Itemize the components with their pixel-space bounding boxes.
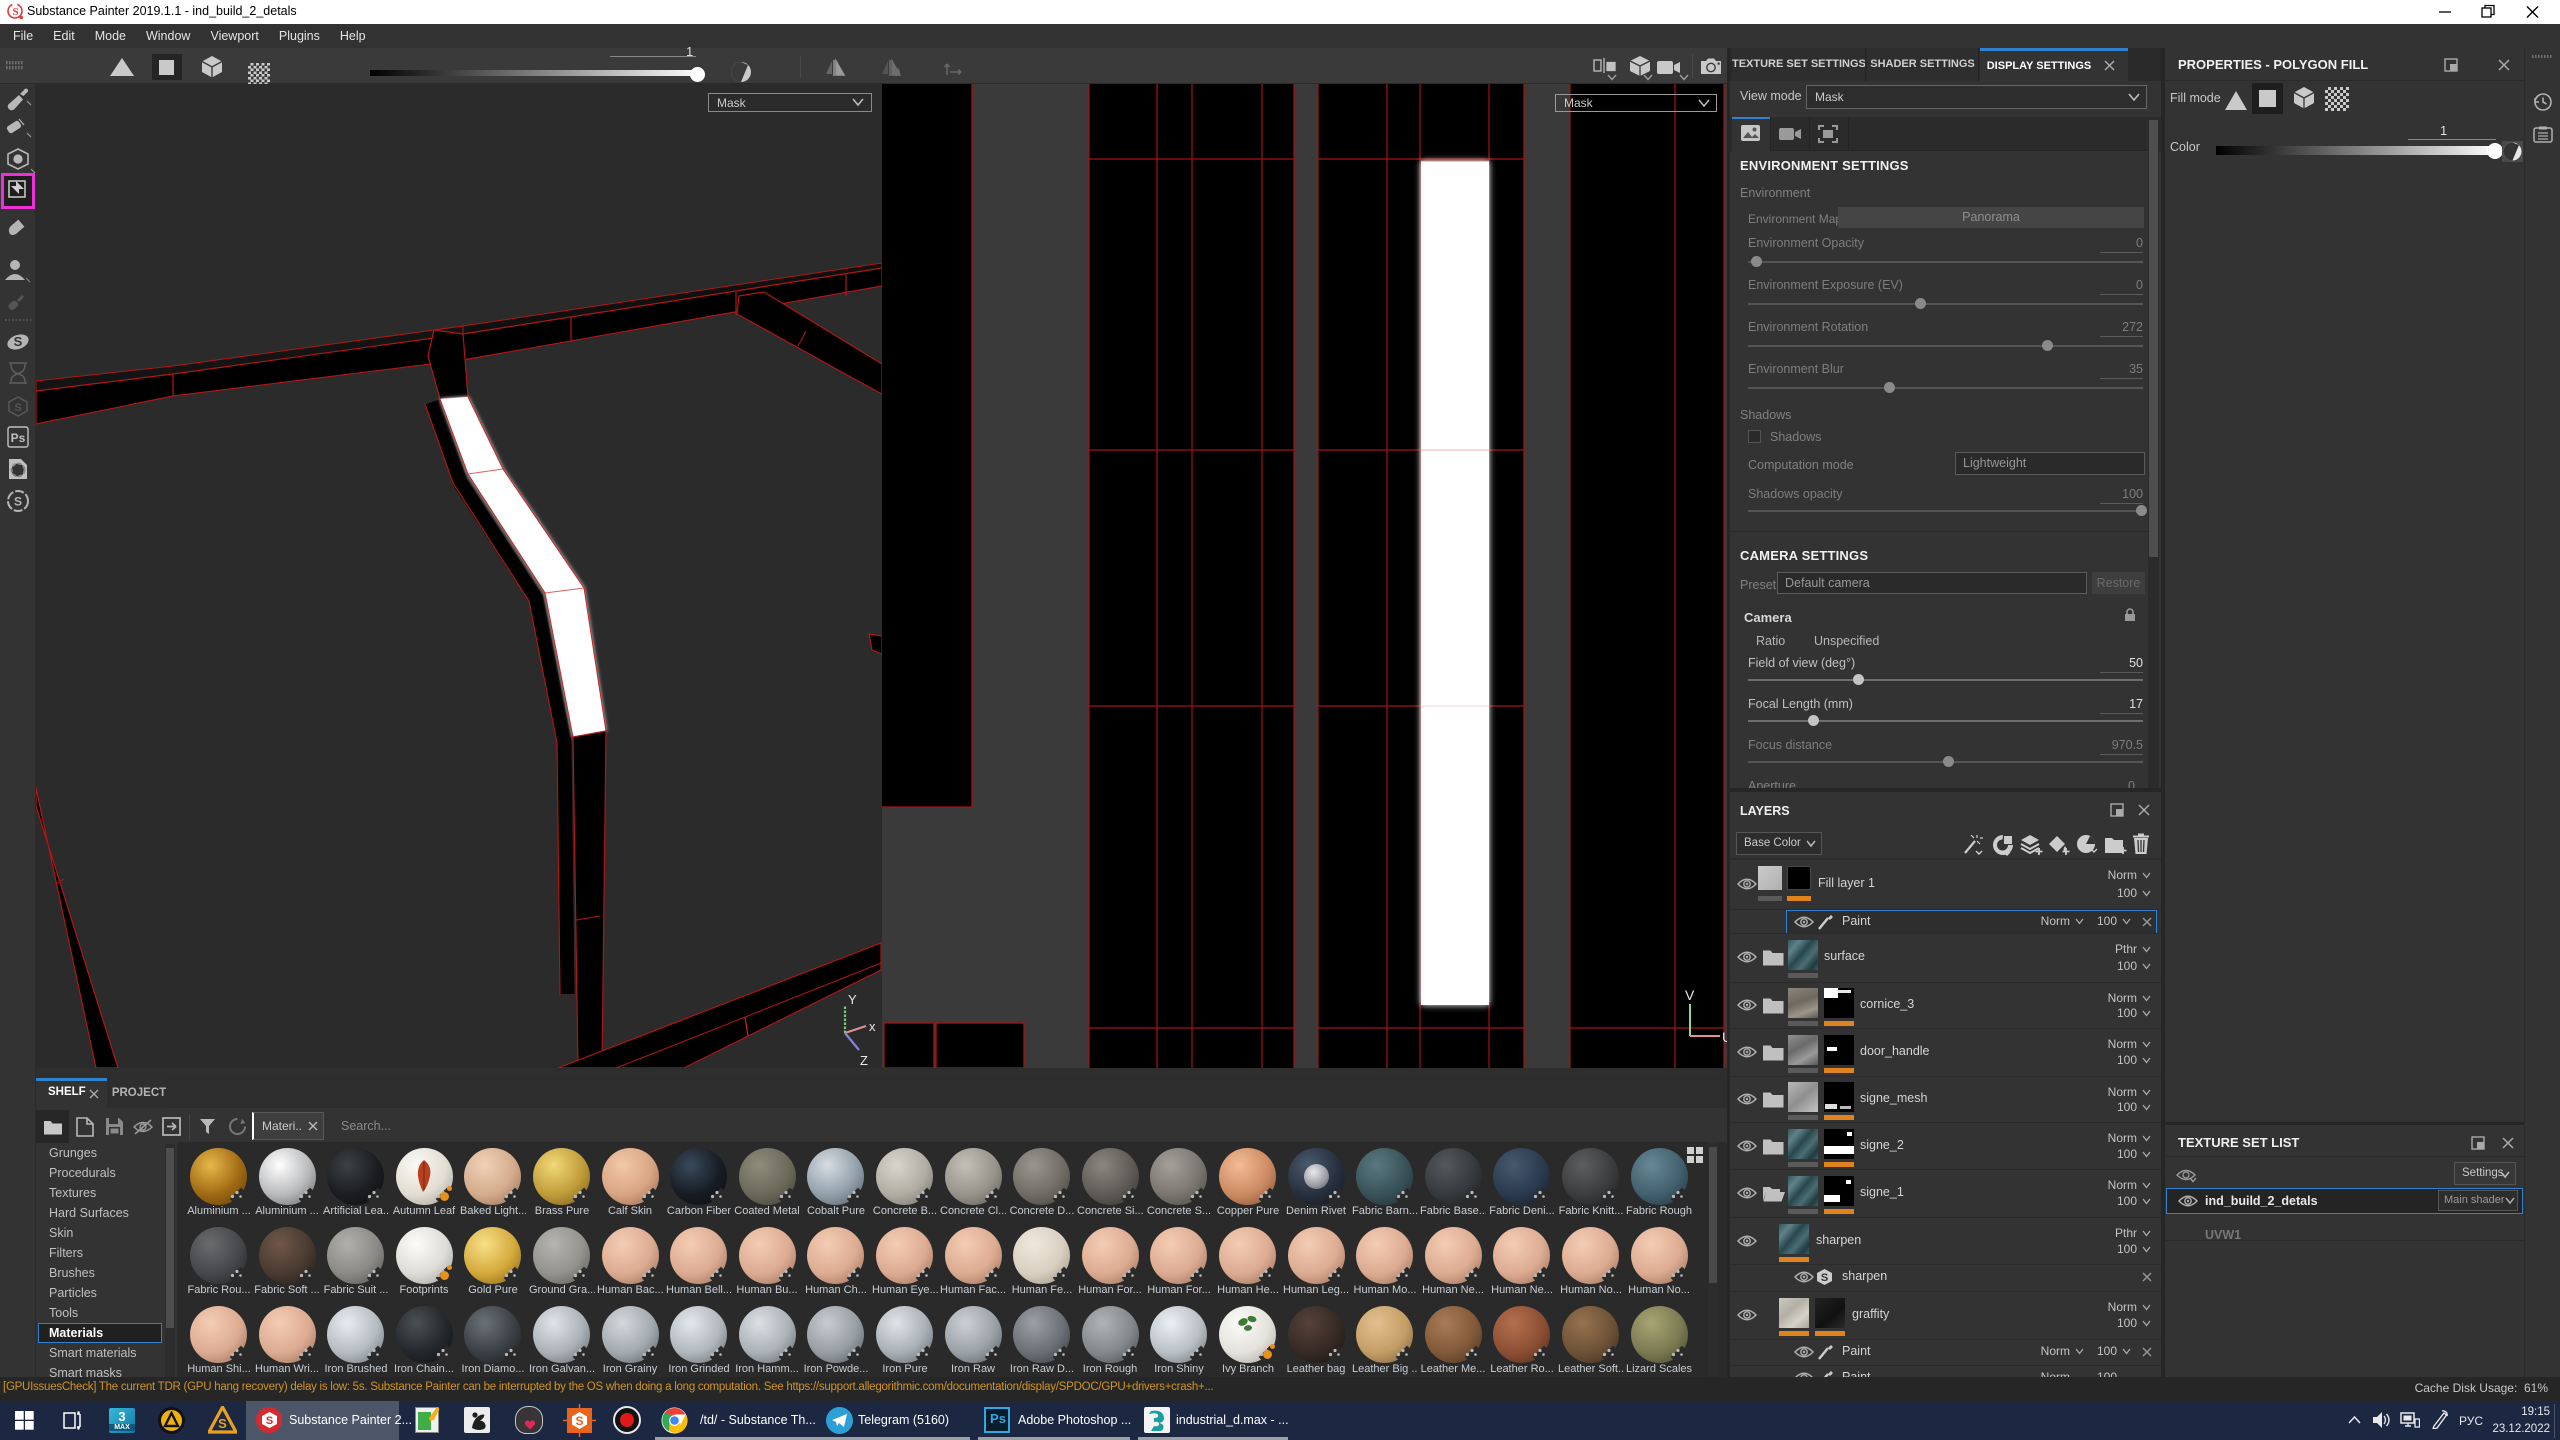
svg-text:Z: Z (860, 1053, 868, 1068)
svg-text:S: S (14, 334, 23, 349)
svg-text:S: S (14, 402, 21, 414)
svg-text:V: V (1685, 987, 1695, 1003)
svg-text:x: x (869, 1019, 876, 1034)
svg-text:Ps: Ps (11, 431, 26, 445)
svg-text:S: S (266, 1415, 273, 1427)
svg-text:S: S (218, 1416, 227, 1431)
svg-text:S: S (1821, 1272, 1828, 1284)
svg-text:S: S (14, 495, 22, 509)
svg-text:S: S (12, 6, 18, 18)
svg-text:Y: Y (848, 992, 857, 1007)
